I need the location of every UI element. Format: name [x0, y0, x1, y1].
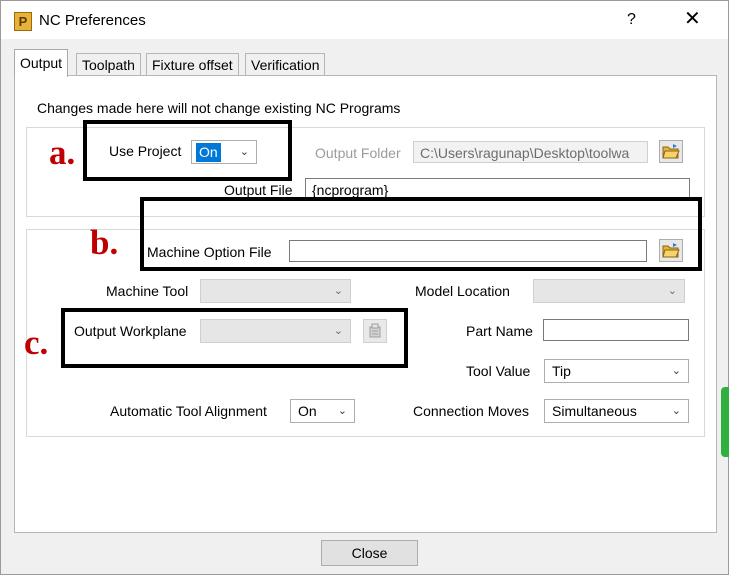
- automatic-tool-alignment-select[interactable]: On ⌄: [290, 399, 355, 423]
- connection-moves-label: Connection Moves: [413, 403, 529, 419]
- model-location-select[interactable]: ⌄: [533, 279, 685, 303]
- tab-fixture-offset[interactable]: Fixture offset: [146, 53, 239, 76]
- annotation-box-a: [83, 120, 292, 181]
- model-location-label: Model Location: [415, 283, 510, 299]
- tool-value-label: Tool Value: [466, 363, 531, 379]
- close-button[interactable]: Close: [321, 540, 418, 566]
- tab-output[interactable]: Output: [14, 49, 69, 77]
- help-button[interactable]: ?: [627, 11, 636, 29]
- chevron-down-icon: ⌄: [671, 405, 681, 417]
- machine-tool-select[interactable]: ⌄: [200, 279, 351, 303]
- part-name-field[interactable]: [543, 319, 689, 341]
- close-icon[interactable]: ✕: [684, 8, 701, 30]
- notice-text: Changes made here will not change existi…: [37, 100, 401, 116]
- annotation-box-b: [140, 197, 702, 271]
- tool-value-value: Tip: [552, 363, 571, 379]
- output-file-label: Output File: [224, 182, 293, 198]
- window-title: NC Preferences: [39, 12, 146, 29]
- machine-tool-label: Machine Tool: [106, 283, 189, 299]
- output-folder-label: Output Folder: [315, 145, 401, 161]
- annotation-letter-a: a.: [49, 133, 76, 172]
- annotation-letter-c: c.: [24, 323, 49, 362]
- connection-moves-select[interactable]: Simultaneous ⌄: [544, 399, 689, 423]
- automatic-tool-alignment-label: Automatic Tool Alignment: [110, 403, 267, 419]
- powermill-app-icon: P: [14, 12, 32, 31]
- tab-toolpath[interactable]: Toolpath: [76, 53, 141, 76]
- output-folder-browse-button[interactable]: [659, 140, 683, 163]
- annotation-box-c: [61, 308, 408, 368]
- title-bar: P NC Preferences ? ✕: [1, 1, 728, 39]
- output-folder-field[interactable]: C:\Users\ragunap\Desktop\toolwa: [413, 141, 648, 163]
- annotation-letter-b: b.: [90, 223, 119, 262]
- part-name-label: Part Name: [466, 323, 533, 339]
- tab-verification[interactable]: Verification: [245, 53, 326, 76]
- chevron-down-icon: ⌄: [337, 405, 347, 417]
- chevron-down-icon: ⌄: [333, 285, 343, 297]
- chevron-down-icon: ⌄: [667, 285, 677, 297]
- connection-moves-value: Simultaneous: [552, 403, 637, 419]
- nc-preferences-dialog: P NC Preferences ? ✕ Output Toolpath Fix…: [0, 0, 729, 575]
- folder-open-icon: [662, 144, 680, 159]
- chevron-down-icon: ⌄: [671, 365, 681, 377]
- tool-value-select[interactable]: Tip ⌄: [544, 359, 689, 383]
- automatic-tool-alignment-value: On: [298, 403, 317, 419]
- background-window-edge: [721, 387, 729, 457]
